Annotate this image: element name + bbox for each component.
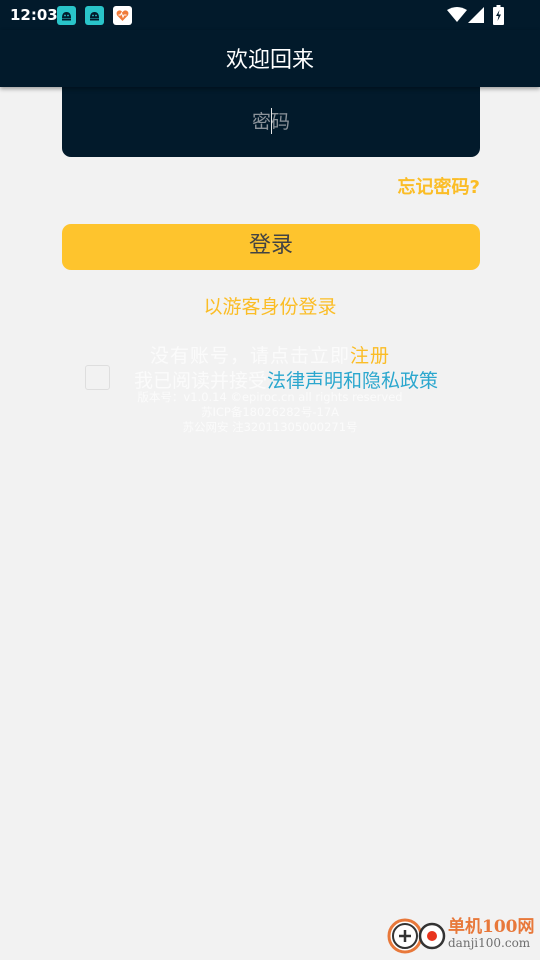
app-bar: 欢迎回来: [0, 30, 540, 87]
forgot-password-link[interactable]: 忘记密码?: [398, 173, 480, 199]
heart-app-icon: [113, 6, 132, 25]
agreement-checkbox[interactable]: [85, 365, 110, 390]
android-robot-icon: [57, 6, 76, 25]
guest-login-link[interactable]: 以游客身份登录: [0, 292, 540, 319]
register-prompt: 没有账号，请点击立即注册: [0, 341, 540, 368]
status-bar: 12:03: [0, 0, 540, 30]
watermark-logo-icon: [387, 918, 446, 954]
text-cursor: [271, 108, 272, 134]
android-robot-icon: [85, 6, 104, 25]
login-button[interactable]: 登录: [62, 224, 480, 270]
watermark-url: danji100.com: [448, 936, 531, 950]
watermark: 单机100网 danji100.com: [386, 912, 536, 958]
icp-text: 苏ICP备18026282号-17A: [200, 405, 340, 419]
wifi-icon: [447, 7, 467, 22]
register-prompt-text: 没有账号，请点击立即: [149, 345, 350, 367]
signal-icon: [468, 7, 484, 23]
battery-icon: [493, 5, 504, 25]
version-text: 版本号：v1.0.14 ©epiroc.cn all rights reserv…: [137, 390, 403, 404]
status-time: 12:03: [10, 6, 58, 24]
page-title: 欢迎回来: [225, 48, 314, 73]
police-record-text: 苏公网安 注32011305000271号: [182, 420, 358, 434]
watermark-name: 单机100网: [448, 917, 535, 937]
register-link[interactable]: 注册: [350, 345, 390, 367]
